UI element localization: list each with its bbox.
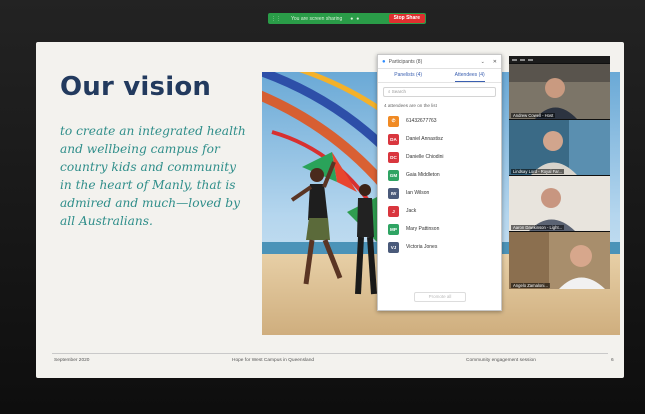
video-tile-caption: Andrew Cowell - Host [511, 113, 556, 118]
attendee-row[interactable]: J Jack [378, 202, 501, 220]
footer-title: Hope for West Campus in Queensland [232, 358, 315, 363]
attendee-name: Mary Pattinson [406, 226, 440, 232]
video-gallery-panel: Andrew Cowell - Host Lindsay Lord - Roya… [509, 56, 610, 289]
attendee-name: 61432677763 [406, 118, 437, 124]
attendee-name: Danielle Chiodini [406, 154, 444, 160]
screen-share-control-bar: ⋮⋮ You are screen sharing ● ● Stop Share [268, 13, 426, 24]
stop-share-button[interactable]: Stop Share [388, 14, 425, 23]
video-tile-caption: Angelo Zamaloni... [511, 283, 550, 288]
minimize-icon[interactable]: ⌄ [481, 59, 485, 65]
avatar: J [388, 205, 399, 217]
participants-window-title: Participants (8) [388, 58, 423, 65]
slide-title: Our vision [60, 72, 212, 102]
avatar: IW [388, 187, 399, 199]
close-icon[interactable]: ✕ [493, 59, 497, 65]
search-icon: ⌕ [388, 89, 391, 94]
attendee-row[interactable]: DA Daniel Annastisz [378, 130, 501, 148]
pause-icon[interactable]: ● [350, 16, 353, 22]
participants-header: ● Participants (8) ⌄ ✕ [378, 55, 501, 69]
attendee-name: Gaia Middleton [406, 172, 440, 178]
minimize-gallery-icon[interactable] [512, 58, 517, 61]
gallery-toolbar [509, 56, 610, 63]
video-tile-caption: Aaron Dawkinson - Light... [511, 225, 565, 230]
attendee-info: 4 attendees are on the list [384, 103, 437, 108]
attendee-row[interactable]: GM Gaia Middleton [378, 166, 501, 184]
participants-panel: ● Participants (8) ⌄ ✕ Panelists (4) Att… [377, 54, 502, 311]
attendee-row[interactable]: IW Ian Wilson [378, 184, 501, 202]
tab-attendees[interactable]: Attendees (4) [454, 72, 485, 82]
attendee-row[interactable]: MP Mary Pattinson [378, 220, 501, 238]
attendee-name: Ian Wilson [406, 190, 430, 196]
view-switch-icon[interactable] [520, 58, 525, 61]
tab-panelists[interactable]: Panelists (4) [394, 72, 422, 82]
page-number: 6 [611, 358, 614, 363]
attendee-name: Jack [406, 208, 417, 214]
video-tile-4[interactable]: Angelo Zamaloni... [509, 232, 610, 289]
footer-section: Community engagement session [466, 358, 536, 363]
zoom-icon: ● [382, 58, 386, 65]
collapse-icon[interactable] [528, 58, 533, 61]
attendee-row[interactable]: ✆ 61432677763 [378, 112, 501, 130]
avatar: GM [388, 169, 399, 181]
attendee-name: Victoria Jones [406, 244, 438, 250]
avatar: DA [388, 133, 399, 145]
avatar: DC [388, 151, 399, 163]
phone-icon: ✆ [388, 115, 399, 127]
video-tile-3[interactable]: Aaron Dawkinson - Light... [509, 176, 610, 231]
search-input[interactable]: ⌕ Search [383, 87, 496, 97]
attendee-name: Daniel Annastisz [406, 136, 443, 142]
video-tile-caption: Lindsay Lord - Royal Far... [511, 169, 565, 174]
video-tile-1[interactable]: Andrew Cowell - Host [509, 64, 610, 119]
avatar: MP [388, 223, 399, 235]
attendee-list: ✆ 61432677763 DA Daniel Annastisz DC Danielle… [378, 112, 501, 256]
search-placeholder: Search [391, 89, 407, 94]
footer-divider [52, 353, 608, 354]
avatar: VJ [388, 241, 399, 253]
annotate-icon[interactable]: ● [356, 16, 359, 22]
video-tile-2[interactable]: Lindsay Lord - Royal Far... [509, 120, 610, 175]
participants-tabs: Panelists (4) Attendees (4) [378, 69, 501, 83]
attendee-row[interactable]: DC Danielle Chiodini [378, 148, 501, 166]
promote-button[interactable]: Promote all [414, 292, 466, 302]
share-status: You are screen sharing [291, 15, 343, 22]
vision-statement: to create an integrated health and wellb… [60, 124, 246, 228]
footer-date: September 2020 [54, 358, 90, 363]
grip-icon[interactable]: ⋮⋮ [271, 16, 281, 22]
attendee-row[interactable]: VJ Victoria Jones [378, 238, 501, 256]
